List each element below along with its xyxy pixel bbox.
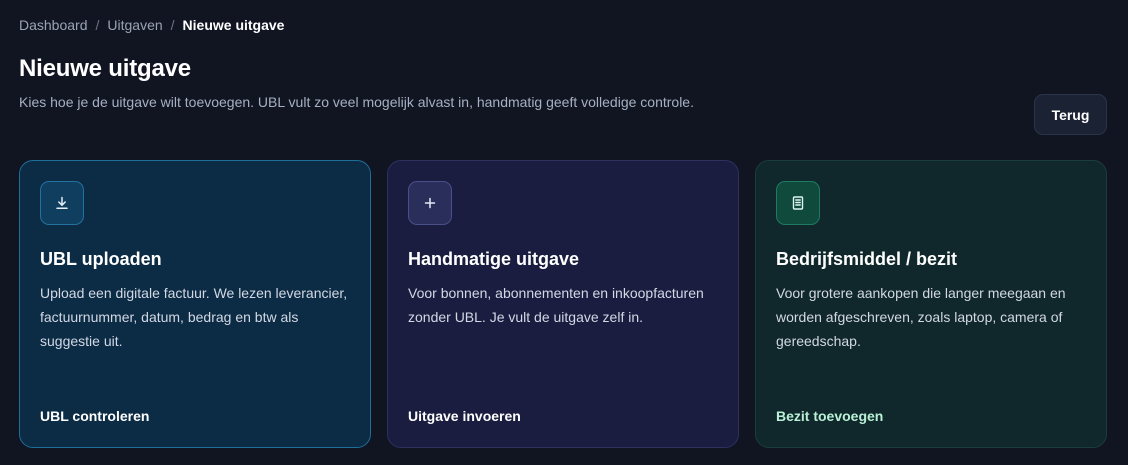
document-icon [776,181,820,225]
download-icon [40,181,84,225]
card-description: Voor bonnen, abonnementen en inkoopfactu… [408,285,704,325]
page: Dashboard / Uitgaven / Nieuwe uitgave Ni… [0,0,1128,465]
breadcrumb: Dashboard / Uitgaven / Nieuwe uitgave [19,17,284,33]
breadcrumb-item-dashboard[interactable]: Dashboard [19,17,88,33]
card-title: Handmatige uitgave [408,249,580,269]
ubl-upload-card[interactable]: UBL uploaden Upload een digitale factuur… [19,160,371,448]
card-description: Voor grotere aankopen die langer meegaan… [776,285,1066,349]
back-button[interactable]: Terug [1034,94,1107,135]
card-title: Bedrijfsmiddel / bezit [776,249,958,269]
card-title: UBL uploaden [40,249,162,269]
breadcrumb-item-uitgaven[interactable]: Uitgaven [107,17,162,33]
manual-expense-card[interactable]: Handmatige uitgave Voor bonnen, abonneme… [387,160,739,448]
breadcrumb-current: Nieuwe uitgave [182,17,285,33]
plus-icon [408,181,452,225]
enter-expense-link[interactable]: Uitgave invoeren [408,408,521,424]
ubl-check-link[interactable]: UBL controleren [40,408,149,424]
add-asset-link[interactable]: Bezit toevoegen [776,408,883,424]
asset-card[interactable]: Bedrijfsmiddel / bezit Voor grotere aank… [755,160,1107,448]
card-description: Upload een digitale factuur. We lezen le… [40,285,348,349]
breadcrumb-separator: / [95,17,100,33]
breadcrumb-separator: / [170,17,175,33]
page-title: Nieuwe uitgave [19,55,191,82]
page-subtitle: Kies hoe je de uitgave wilt toevoegen. U… [19,94,694,110]
